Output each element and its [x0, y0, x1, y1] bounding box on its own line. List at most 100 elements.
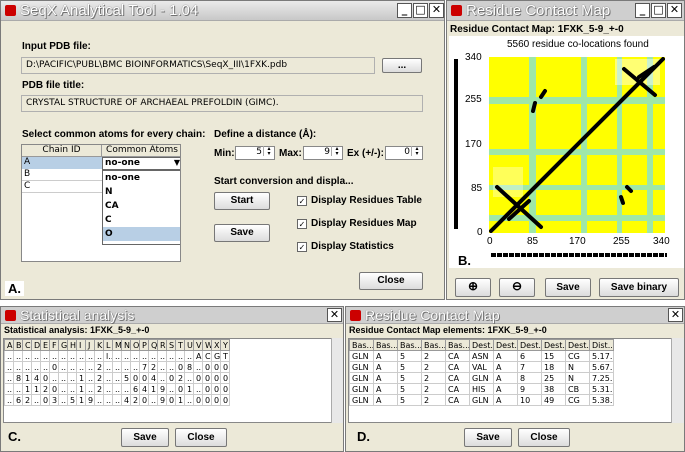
- stats-col-header[interactable]: W: [202, 339, 212, 351]
- table-cell[interactable]: 0: [211, 394, 221, 406]
- table-cell[interactable]: 0: [166, 372, 176, 384]
- maximize-button[interactable]: □: [651, 3, 666, 18]
- table-cell[interactable]: A: [493, 361, 518, 373]
- input-file-path-field[interactable]: D:\PACIFIC\PUBL\BMC BIOINFORMATICS\SeqX_…: [21, 57, 375, 74]
- table-cell[interactable]: ...: [31, 361, 41, 373]
- table-cell[interactable]: A: [493, 394, 518, 406]
- table-cell[interactable]: ...: [58, 394, 68, 406]
- close-button[interactable]: ✕: [667, 3, 682, 18]
- stats-col-header[interactable]: U: [184, 339, 194, 351]
- table-cell[interactable]: 0: [166, 394, 176, 406]
- chain-row-b[interactable]: B: [22, 169, 102, 181]
- table-cell[interactable]: ...: [184, 372, 194, 384]
- table-cell[interactable]: ...: [58, 383, 68, 395]
- table-cell[interactable]: ...: [40, 361, 50, 373]
- table-cell[interactable]: ...: [4, 350, 14, 362]
- elements-col-header[interactable]: Dest...: [541, 339, 566, 351]
- table-row[interactable]: GLNA52CAHISA938CB5.31...: [349, 383, 614, 395]
- table-cell[interactable]: 6: [517, 350, 542, 362]
- stats-col-header[interactable]: H: [67, 339, 77, 351]
- table-cell[interactable]: 5: [397, 383, 422, 395]
- table-cell[interactable]: 2: [421, 350, 446, 362]
- stats-col-header[interactable]: L: [103, 339, 113, 351]
- table-cell[interactable]: ...: [166, 361, 176, 373]
- elements-col-header[interactable]: Bas...: [421, 339, 446, 351]
- table-cell[interactable]: 0: [211, 361, 221, 373]
- table-cell[interactable]: CA: [445, 361, 470, 373]
- elements-close-button[interactable]: Close: [518, 428, 570, 447]
- save-binary-button[interactable]: Save binary: [599, 278, 679, 297]
- save-map-button[interactable]: Save: [545, 278, 591, 297]
- table-cell[interactable]: A: [373, 394, 398, 406]
- display-stats-checkbox[interactable]: ✓: [297, 242, 307, 252]
- table-cell[interactable]: ...: [58, 361, 68, 373]
- table-cell[interactable]: ...: [40, 350, 50, 362]
- table-cell[interactable]: 1: [22, 372, 32, 384]
- table-cell[interactable]: 0: [40, 394, 50, 406]
- stats-col-header[interactable]: J: [85, 339, 95, 351]
- elements-col-header[interactable]: Dest...: [469, 339, 494, 351]
- stats-col-header[interactable]: B: [13, 339, 23, 351]
- table-cell[interactable]: A: [493, 383, 518, 395]
- table-cell[interactable]: 2: [94, 361, 104, 373]
- table-cell[interactable]: ...: [184, 350, 194, 362]
- table-cell[interactable]: CG: [565, 350, 590, 362]
- table-cell[interactable]: CG: [565, 394, 590, 406]
- table-cell[interactable]: 0: [211, 383, 221, 395]
- table-cell[interactable]: ...: [67, 383, 77, 395]
- table-cell[interactable]: 0: [202, 372, 212, 384]
- table-cell[interactable]: GLN: [469, 372, 494, 384]
- table-cell[interactable]: 0: [202, 383, 212, 395]
- elements-col-header[interactable]: Dest...: [493, 339, 518, 351]
- table-cell[interactable]: ...: [112, 361, 122, 373]
- table-cell[interactable]: ...: [139, 350, 149, 362]
- table-cell[interactable]: A: [193, 350, 203, 362]
- elements-col-header[interactable]: Bas...: [349, 339, 374, 351]
- table-cell[interactable]: 0: [193, 372, 203, 384]
- table-cell[interactable]: N: [565, 361, 590, 373]
- table-cell[interactable]: 0: [175, 361, 185, 373]
- table-cell[interactable]: l...: [103, 350, 113, 362]
- table-cell[interactable]: ...: [22, 361, 32, 373]
- stats-col-header[interactable]: Q: [148, 339, 158, 351]
- table-cell[interactable]: 5.17...: [589, 350, 614, 362]
- table-cell[interactable]: 2: [94, 372, 104, 384]
- stats-col-header[interactable]: C: [22, 339, 32, 351]
- stats-col-header[interactable]: A: [4, 339, 14, 351]
- table-cell[interactable]: ...: [58, 372, 68, 384]
- table-cell[interactable]: 49: [541, 394, 566, 406]
- table-cell[interactable]: ...: [4, 372, 14, 384]
- table-cell[interactable]: ...: [112, 383, 122, 395]
- display-map-checkbox[interactable]: ✓: [297, 219, 307, 229]
- table-cell[interactable]: GLN: [349, 350, 374, 362]
- stats-col-header[interactable]: D: [31, 339, 41, 351]
- table-cell[interactable]: 1: [22, 383, 32, 395]
- table-cell[interactable]: A: [373, 372, 398, 384]
- table-cell[interactable]: ...: [76, 361, 86, 373]
- table-cell[interactable]: 1: [184, 383, 194, 395]
- stats-col-header[interactable]: G: [58, 339, 68, 351]
- table-cell[interactable]: ...: [76, 350, 86, 362]
- table-cell[interactable]: 8: [517, 372, 542, 384]
- contact-map-plot[interactable]: [489, 57, 665, 233]
- table-cell[interactable]: C: [202, 350, 212, 362]
- table-cell[interactable]: ...: [22, 350, 32, 362]
- table-cell[interactable]: 0: [49, 361, 59, 373]
- table-cell[interactable]: 9: [157, 383, 167, 395]
- table-cell[interactable]: 7: [139, 361, 149, 373]
- table-cell[interactable]: 0: [49, 383, 59, 395]
- table-cell[interactable]: ...: [4, 383, 14, 395]
- table-cell[interactable]: 38: [541, 383, 566, 395]
- stats-col-header[interactable]: I: [76, 339, 86, 351]
- table-cell[interactable]: ...: [49, 350, 59, 362]
- atom-dropdown[interactable]: no-one ▼: [102, 157, 180, 170]
- table-cell[interactable]: 5: [397, 372, 422, 384]
- table-cell[interactable]: 0: [175, 383, 185, 395]
- save-button[interactable]: Save: [214, 224, 270, 242]
- table-cell[interactable]: ...: [4, 361, 14, 373]
- table-cell[interactable]: ...: [4, 394, 14, 406]
- atom-option[interactable]: no-one: [103, 171, 180, 185]
- stats-col-header[interactable]: M: [112, 339, 122, 351]
- table-cell[interactable]: 10: [517, 394, 542, 406]
- chain-row-c[interactable]: C: [22, 181, 102, 193]
